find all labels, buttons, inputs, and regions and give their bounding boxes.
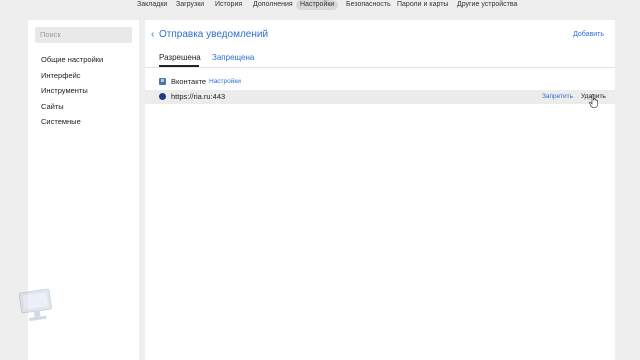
tab-history[interactable]: История xyxy=(211,0,246,10)
divider xyxy=(145,67,615,68)
tab-passwords[interactable]: Пароли и карты xyxy=(393,0,452,10)
tab-devices[interactable]: Другие устройства xyxy=(453,0,521,10)
ria-icon xyxy=(159,93,166,100)
deny-button[interactable]: Запретить xyxy=(542,93,573,100)
monitor-logo-icon xyxy=(18,288,52,321)
list-item: https://ria.ru:443 Запретить Удалить xyxy=(145,90,615,104)
tab-bookmarks[interactable]: Закладки xyxy=(133,0,171,10)
site-name: Вконтакте xyxy=(171,77,207,86)
site-settings-link[interactable]: Настройки xyxy=(209,78,241,85)
sidebar-item-sites[interactable]: Сайты xyxy=(41,102,64,111)
notifications-panel: ‹ Отправка уведомлений Добавить Разрешен… xyxy=(145,20,615,360)
vk-icon: в xyxy=(159,78,166,85)
tab-extensions[interactable]: Дополнения xyxy=(249,0,297,10)
sidebar-item-system[interactable]: Системные xyxy=(41,117,81,126)
sidebar-item-general[interactable]: Общие настройки xyxy=(41,55,103,64)
hand-cursor-icon xyxy=(589,94,598,108)
sidebar-item-interface[interactable]: Интерфейс xyxy=(41,71,81,80)
sidebar-item-tools[interactable]: Инструменты xyxy=(41,86,88,95)
tab-blocked[interactable]: Запрещена xyxy=(212,53,254,62)
page-title: Отправка уведомлений xyxy=(159,29,269,40)
site-name: https://ria.ru:443 xyxy=(171,92,226,101)
top-navigation: Закладки Загрузки История Дополнения Нас… xyxy=(0,0,640,12)
tab-security[interactable]: Безопасность xyxy=(342,0,395,10)
search-input[interactable]: Поиск xyxy=(35,27,132,43)
tab-downloads[interactable]: Загрузки xyxy=(172,0,208,10)
add-button[interactable]: Добавить xyxy=(573,31,604,38)
chevron-left-icon[interactable]: ‹ xyxy=(151,29,154,41)
tab-settings[interactable]: Настройки xyxy=(296,0,339,10)
list-item: в Вконтакте Настройки xyxy=(145,75,615,89)
tab-allowed[interactable]: Разрешена xyxy=(159,53,201,62)
